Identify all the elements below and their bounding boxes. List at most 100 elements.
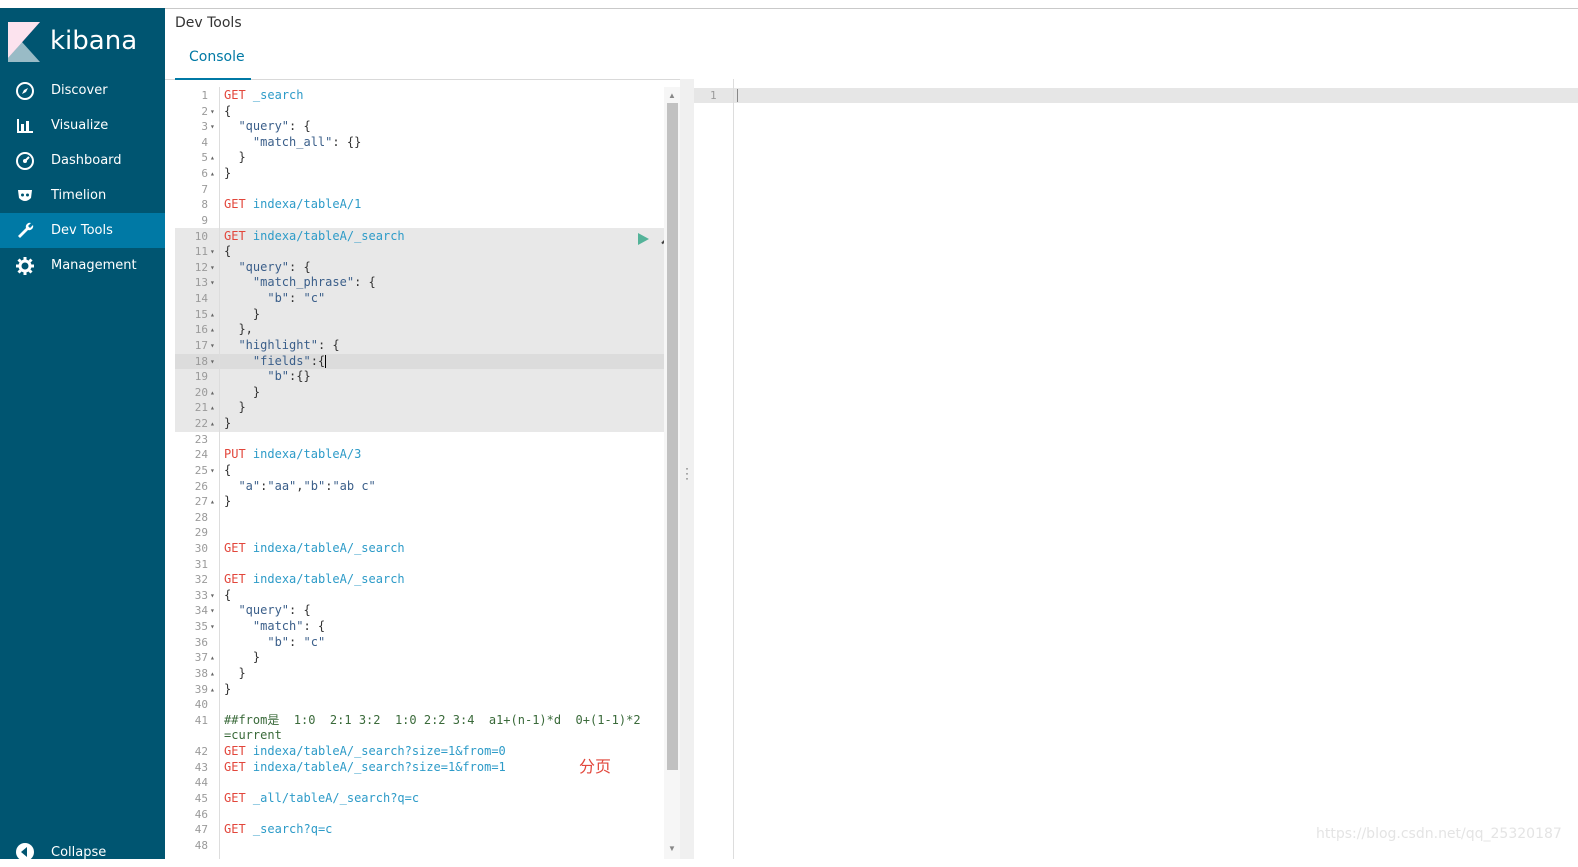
fold-open-icon[interactable]: ▾ xyxy=(210,244,215,260)
code-line[interactable]: 28 xyxy=(175,510,664,526)
fold-open-icon[interactable]: ▾ xyxy=(210,588,215,604)
code-line[interactable]: 45 GET _all/tableA/_search?q=c xyxy=(175,791,664,807)
code-line[interactable]: 6 ▴} xyxy=(175,166,664,182)
code-line[interactable]: 46 xyxy=(175,807,664,823)
code-line[interactable]: 41 ##from是 1:0 2:1 3:2 1:0 2:2 3:4 a1+(n-… xyxy=(175,713,664,729)
code-line[interactable]: 34 ▾ "query": { xyxy=(175,603,664,619)
editor-scrollbar[interactable]: ▲ ▼ xyxy=(664,87,680,859)
code-line[interactable]: 36 "b": "c" xyxy=(175,635,664,651)
code-line[interactable]: 39 ▴} xyxy=(175,682,664,698)
code-line[interactable]: 27 ▴} xyxy=(175,494,664,510)
tab-console[interactable]: Console xyxy=(175,47,251,80)
code-text: } xyxy=(224,416,231,432)
code-line[interactable]: 11 ▾ { xyxy=(175,244,664,260)
code-line[interactable]: 16 ▴ }, xyxy=(175,322,664,338)
code-line[interactable]: 2 ▾ { xyxy=(175,104,664,120)
code-line[interactable]: 24 PUT indexa/tableA/3 xyxy=(175,447,664,463)
code-line[interactable]: 44 xyxy=(175,775,664,791)
code-line[interactable]: 18 ▾ "fields":{ xyxy=(175,354,664,370)
code-line[interactable]: 30 GET indexa/tableA/_search xyxy=(175,541,664,557)
code-line[interactable]: 14 "b": "c" xyxy=(175,291,664,307)
code-line[interactable]: 9 xyxy=(175,213,664,229)
code-line[interactable]: 10 GET indexa/tableA/_search xyxy=(175,229,664,245)
code-line[interactable]: 3 ▾ "query": { xyxy=(175,119,664,135)
sidebar-item-timelion[interactable]: Timelion xyxy=(0,178,165,213)
code-line[interactable]: 38 ▴ } xyxy=(175,666,664,682)
fold-open-icon[interactable]: ▾ xyxy=(210,463,215,479)
code-line[interactable]: 7 xyxy=(175,182,664,198)
code-line[interactable]: 19 "b":{} xyxy=(175,369,664,385)
fold-open-icon[interactable]: ▾ xyxy=(210,260,215,276)
code-line[interactable]: 40 xyxy=(175,697,664,713)
send-request-button[interactable] xyxy=(636,231,650,247)
fold-close-icon[interactable]: ▴ xyxy=(210,166,215,182)
code-line[interactable]: 22 ▴} xyxy=(175,416,664,432)
code-line[interactable]: 20 ▴ } xyxy=(175,385,664,401)
code-line[interactable]: 33 ▾ { xyxy=(175,588,664,604)
code-line[interactable]: 48 xyxy=(175,838,664,854)
line-number: 42 xyxy=(194,745,208,759)
code-line[interactable]: 32 GET indexa/tableA/_search xyxy=(175,572,664,588)
code-line[interactable]: 26 "a":"aa","b":"ab c" xyxy=(175,479,664,495)
code-line[interactable]: 31 xyxy=(175,557,664,573)
collapse-button[interactable]: Collapse xyxy=(0,840,165,867)
line-number: 25 xyxy=(194,463,208,477)
sidebar-item-dashboard[interactable]: Dashboard xyxy=(0,143,165,178)
code-token: "b" xyxy=(303,478,326,493)
fold-close-icon[interactable]: ▴ xyxy=(210,400,215,416)
code-token: GET xyxy=(224,228,246,243)
sidebar-item-management[interactable]: Management xyxy=(0,248,165,283)
console-input-editor[interactable]: 1 GET _search 2 ▾{3 ▾ "query": {4 "match_all… xyxy=(175,87,665,859)
scroll-down-icon[interactable]: ▼ xyxy=(668,844,676,853)
code-line[interactable]: 5 ▴ } xyxy=(175,150,664,166)
fold-close-icon[interactable]: ▴ xyxy=(210,322,215,338)
panel-resizer[interactable]: · · · xyxy=(680,79,694,859)
code-text: } xyxy=(224,385,260,401)
code-line[interactable]: 4 "match_all": {} xyxy=(175,135,664,151)
code-token: indexa/tableA/_search?size=1&from=0 xyxy=(252,744,506,759)
code-line[interactable]: 25 ▾ { xyxy=(175,463,664,479)
sidebar-item-visualize[interactable]: Visualize xyxy=(0,108,165,143)
code-line[interactable]: 1 GET _search xyxy=(175,88,664,104)
fold-open-icon[interactable]: ▾ xyxy=(210,104,215,120)
code-line[interactable]: 15 ▴ } xyxy=(175,307,664,323)
code-line[interactable]: 29 xyxy=(175,525,664,541)
code-line[interactable]: 35 ▾ "match": { xyxy=(175,619,664,635)
fold-open-icon[interactable]: ▾ xyxy=(210,275,215,291)
code-line[interactable]: 17 ▾ "highlight": { xyxy=(175,338,664,354)
code-line[interactable]: 12 ▾ "query": { xyxy=(175,260,664,276)
sidebar-item-dev-tools[interactable]: Dev Tools xyxy=(0,213,165,248)
scrollbar-thumb[interactable] xyxy=(667,103,678,770)
fold-open-icon[interactable]: ▾ xyxy=(210,619,215,635)
fold-close-icon[interactable]: ▴ xyxy=(210,682,215,698)
fold-close-icon[interactable]: ▴ xyxy=(210,416,215,432)
console-output-panel[interactable]: 1 xyxy=(694,79,1578,859)
fold-open-icon[interactable]: ▾ xyxy=(210,119,215,135)
fold-open-icon[interactable]: ▾ xyxy=(210,338,215,354)
sidebar: kibana Discover Visualize Dashboard Time… xyxy=(0,8,165,861)
code-line[interactable]: =current xyxy=(175,728,664,744)
fold-close-icon[interactable]: ▴ xyxy=(210,150,215,166)
fold-close-icon[interactable]: ▴ xyxy=(210,650,215,666)
code-text: ##from是 1:0 2:1 3:2 1:0 2:2 3:4 a1+(n-1)… xyxy=(224,713,641,729)
code-line[interactable]: 13 ▾ "match_phrase": { xyxy=(175,275,664,291)
code-line[interactable]: 47 GET _search?q=c xyxy=(175,822,664,838)
fold-close-icon[interactable]: ▴ xyxy=(210,307,215,323)
wrench-icon xyxy=(18,222,34,238)
fold-close-icon[interactable]: ▴ xyxy=(210,385,215,401)
code-token: : xyxy=(289,291,304,306)
code-line[interactable]: 21 ▴ } xyxy=(175,400,664,416)
code-line[interactable]: 8 GET indexa/tableA/1 xyxy=(175,197,664,213)
code-line[interactable]: 23 xyxy=(175,432,664,448)
fold-open-icon[interactable]: ▾ xyxy=(210,603,215,619)
sidebar-item-discover[interactable]: Discover xyxy=(0,73,165,108)
fold-close-icon[interactable]: ▴ xyxy=(210,494,215,510)
kibana-logo[interactable]: kibana xyxy=(8,22,158,66)
fold-close-icon[interactable]: ▴ xyxy=(210,666,215,682)
fold-open-icon[interactable]: ▾ xyxy=(210,354,215,370)
line-number: 31 xyxy=(194,557,208,571)
code-line[interactable]: 37 ▴ } xyxy=(175,650,664,666)
scroll-up-icon[interactable]: ▲ xyxy=(668,91,676,100)
